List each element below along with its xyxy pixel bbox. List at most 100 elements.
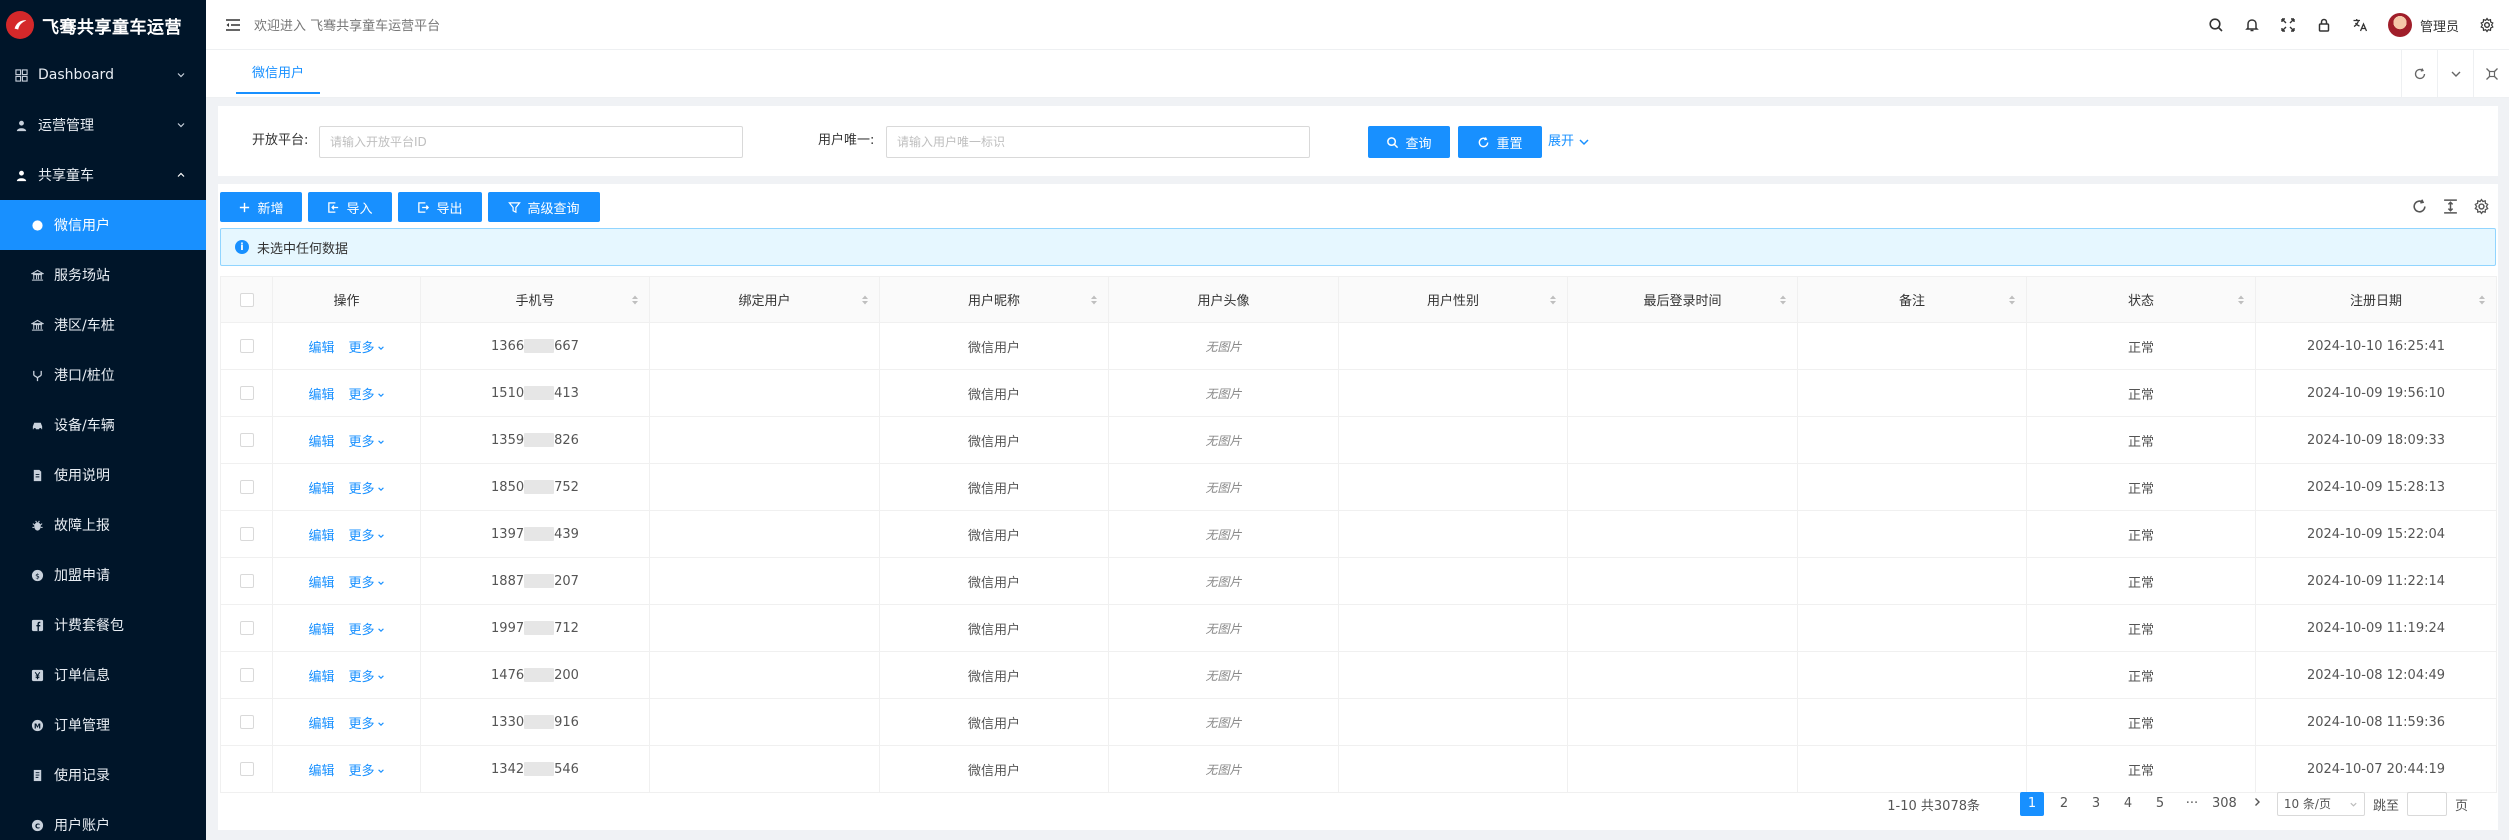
expand-link[interactable]: 展开 (1548, 126, 1590, 158)
row-checkbox[interactable] (239, 527, 254, 541)
edit-link[interactable]: 编辑 (308, 764, 334, 779)
remark-cell (1797, 651, 2027, 699)
remark-cell (1797, 604, 2027, 652)
edit-link[interactable]: 编辑 (308, 717, 334, 732)
sidebar-item-instructions[interactable]: 使用说明 (0, 450, 206, 500)
add-button[interactable]: 新增 (220, 192, 302, 222)
edit-link[interactable]: 编辑 (308, 576, 334, 591)
redaction-mask (524, 574, 555, 588)
search-icon[interactable] (2208, 17, 2224, 33)
page-2[interactable]: 2 (2052, 792, 2076, 816)
column-header[interactable]: 用户性别 (1338, 276, 1568, 323)
next-page-button[interactable] (2245, 792, 2269, 816)
edit-link[interactable]: 编辑 (308, 435, 334, 450)
more-dropdown[interactable]: 更多 (349, 717, 385, 732)
logo[interactable]: 飞骞共享童车运营 (0, 0, 206, 50)
edit-link[interactable]: 编辑 (308, 529, 334, 544)
query-button[interactable]: 查询 (1368, 126, 1450, 158)
row-checkbox[interactable] (239, 433, 254, 447)
reload-icon[interactable] (2411, 198, 2428, 215)
bell-icon[interactable] (2244, 17, 2260, 33)
edit-link[interactable]: 编辑 (308, 388, 334, 403)
select-all-checkbox[interactable] (239, 292, 254, 307)
more-dropdown[interactable]: 更多 (349, 764, 385, 779)
prev-page-button[interactable] (1988, 792, 2012, 816)
column-header[interactable]: 用户昵称 (879, 276, 1109, 323)
sidebar-item-service-stations[interactable]: 服务场站 (0, 250, 206, 300)
reset-button[interactable]: 重置 (1458, 126, 1542, 158)
sidebar-item-shared-stroller[interactable]: 共享童车 (0, 150, 206, 200)
sidebar-item-order-info[interactable]: 订单信息 (0, 650, 206, 700)
page-1[interactable]: 1 (2020, 792, 2044, 816)
row-checkbox[interactable] (239, 574, 254, 588)
page-3[interactable]: 3 (2084, 792, 2108, 816)
row-checkbox[interactable] (239, 386, 254, 400)
page-size-select[interactable]: 10 条/页 (2276, 792, 2365, 816)
sidebar-item-harbor-slot[interactable]: 港口/桩位 (0, 350, 206, 400)
import-button[interactable]: 导入 (308, 192, 392, 222)
more-dropdown[interactable]: 更多 (349, 576, 385, 591)
gear-icon[interactable] (2479, 17, 2495, 33)
column-header[interactable]: 注册日期 (2255, 276, 2497, 323)
column-header[interactable]: 绑定用户 (649, 276, 880, 323)
tabs-tools (2401, 50, 2509, 98)
row-checkbox[interactable] (239, 715, 254, 729)
sidebar-item-dashboard[interactable]: Dashboard (0, 50, 206, 100)
more-dropdown[interactable]: 更多 (349, 529, 385, 544)
sort-icon (2479, 295, 2485, 304)
facebook-icon (30, 618, 44, 632)
export-button[interactable]: 导出 (398, 192, 482, 222)
column-height-icon[interactable] (2442, 198, 2459, 215)
row-checkbox[interactable] (239, 668, 254, 682)
sidebar-item-billing-package[interactable]: 计费套餐包 (0, 600, 206, 650)
row-checkbox[interactable] (239, 339, 254, 353)
sidebar-item-operations[interactable]: 运营管理 (0, 100, 206, 150)
advanced-query-button[interactable]: 高级查询 (488, 192, 600, 222)
row-checkbox[interactable] (239, 762, 254, 776)
table-row: 编辑 更多 1366 667 微信用户 无图片 正常 2024-10-10 16:25:41 (220, 322, 2497, 370)
edit-link[interactable]: 编辑 (308, 670, 334, 685)
page-ellipsis[interactable]: ··· (2180, 792, 2204, 816)
tab-wechat-users[interactable]: 微信用户 (236, 50, 321, 94)
sidebar-item-wechat-users[interactable]: 微信用户 (0, 200, 206, 250)
more-dropdown[interactable]: 更多 (349, 435, 385, 450)
more-dropdown[interactable]: 更多 (349, 623, 385, 638)
column-header[interactable]: 手机号 (420, 276, 650, 323)
row-checkbox[interactable] (239, 480, 254, 494)
menu-fold-icon[interactable] (224, 16, 242, 34)
phone-cell: 1342 546 (420, 745, 650, 793)
more-dropdown[interactable]: 更多 (349, 341, 385, 356)
column-header[interactable]: 状态 (2026, 276, 2256, 323)
more-dropdown[interactable]: 更多 (349, 388, 385, 403)
edit-link[interactable]: 编辑 (308, 623, 334, 638)
sidebar-item-order-management[interactable]: M 订单管理 (0, 700, 206, 750)
column-header[interactable]: 备注 (1797, 276, 2027, 323)
user-menu[interactable]: 管理员 (2387, 13, 2459, 37)
page-jump-input[interactable] (2406, 792, 2447, 816)
tab-fullscreen-button[interactable] (2473, 50, 2509, 98)
fullscreen-icon[interactable] (2280, 17, 2296, 33)
sidebar-item-fault-report[interactable]: 故障上报 (0, 500, 206, 550)
column-header[interactable]: 最后登录时间 (1567, 276, 1798, 323)
lock-icon[interactable] (2316, 17, 2332, 33)
more-dropdown[interactable]: 更多 (349, 482, 385, 497)
page-last[interactable]: 308 (2212, 792, 2237, 816)
translate-icon[interactable] (2352, 17, 2368, 33)
sidebar-item-label: 用户账户 (54, 818, 110, 834)
reload-tab-button[interactable] (2401, 50, 2437, 98)
sidebar-item-user-accounts[interactable]: C 用户账户 (0, 800, 206, 840)
unionid-input[interactable] (886, 126, 1310, 158)
sidebar-item-franchise[interactable]: $ 加盟申请 (0, 550, 206, 600)
edit-link[interactable]: 编辑 (308, 482, 334, 497)
tab-menu-button[interactable] (2437, 50, 2473, 98)
gear-icon[interactable] (2473, 198, 2490, 215)
more-dropdown[interactable]: 更多 (349, 670, 385, 685)
sidebar-item-usage-records[interactable]: 使用记录 (0, 750, 206, 800)
platform-id-input[interactable] (319, 126, 743, 158)
page-5[interactable]: 5 (2148, 792, 2172, 816)
edit-link[interactable]: 编辑 (308, 341, 334, 356)
row-checkbox[interactable] (239, 621, 254, 635)
sidebar-item-port-pile[interactable]: 港区/车桩 (0, 300, 206, 350)
page-4[interactable]: 4 (2116, 792, 2140, 816)
sidebar-item-devices[interactable]: 设备/车辆 (0, 400, 206, 450)
